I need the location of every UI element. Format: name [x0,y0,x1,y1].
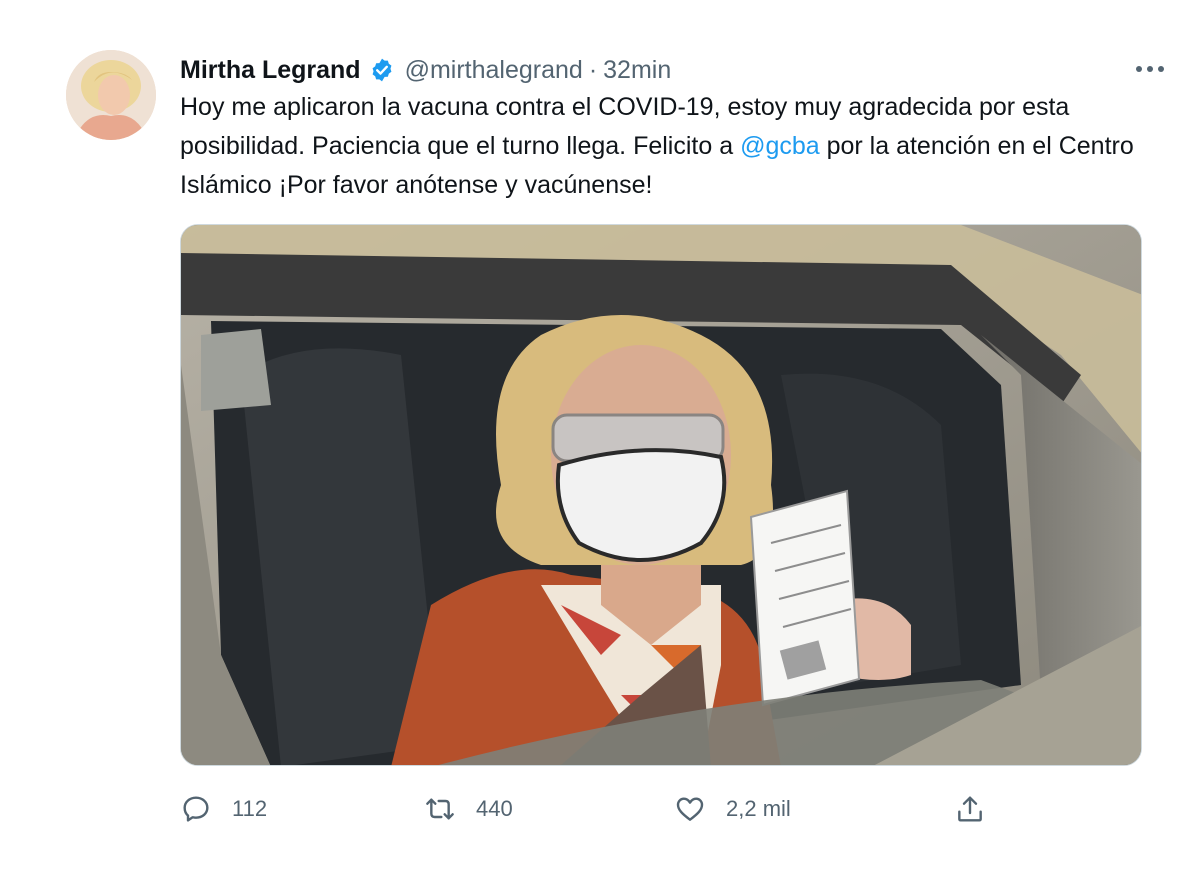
tweet-actions: 112 440 2,2 mil [180,786,1010,832]
author-handle[interactable]: @mirthalegrand [405,56,583,85]
header-separator: · [588,55,598,84]
author-avatar[interactable] [66,50,156,140]
tweet-timestamp[interactable]: 32min [603,56,671,85]
more-options-icon[interactable] [1132,54,1168,84]
heart-icon [676,797,704,821]
retweet-icon [426,798,454,820]
tweet-photo[interactable] [180,224,1142,766]
reply-button[interactable]: 112 [180,786,267,832]
share-button[interactable] [954,786,986,832]
share-icon [958,796,982,822]
tweet-header: Mirtha Legrand @mirthalegrand · 32min [180,52,1140,88]
like-count: 2,2 mil [726,796,791,821]
like-button[interactable]: 2,2 mil [674,786,791,832]
author-name[interactable]: Mirtha Legrand [180,56,361,85]
mention-link[interactable]: @gcba [740,132,820,160]
avatar-photo-icon [66,50,156,140]
reply-count: 112 [232,796,268,821]
reply-icon [183,796,209,822]
retweet-button[interactable]: 440 [424,786,513,832]
photo-woman-in-car-holding-vaccination-card-icon [181,225,1141,765]
tweet-text: Hoy me aplicaron la vacuna contra el COV… [180,88,1140,205]
verified-badge-icon [369,57,395,83]
retweet-count: 440 [476,796,513,821]
